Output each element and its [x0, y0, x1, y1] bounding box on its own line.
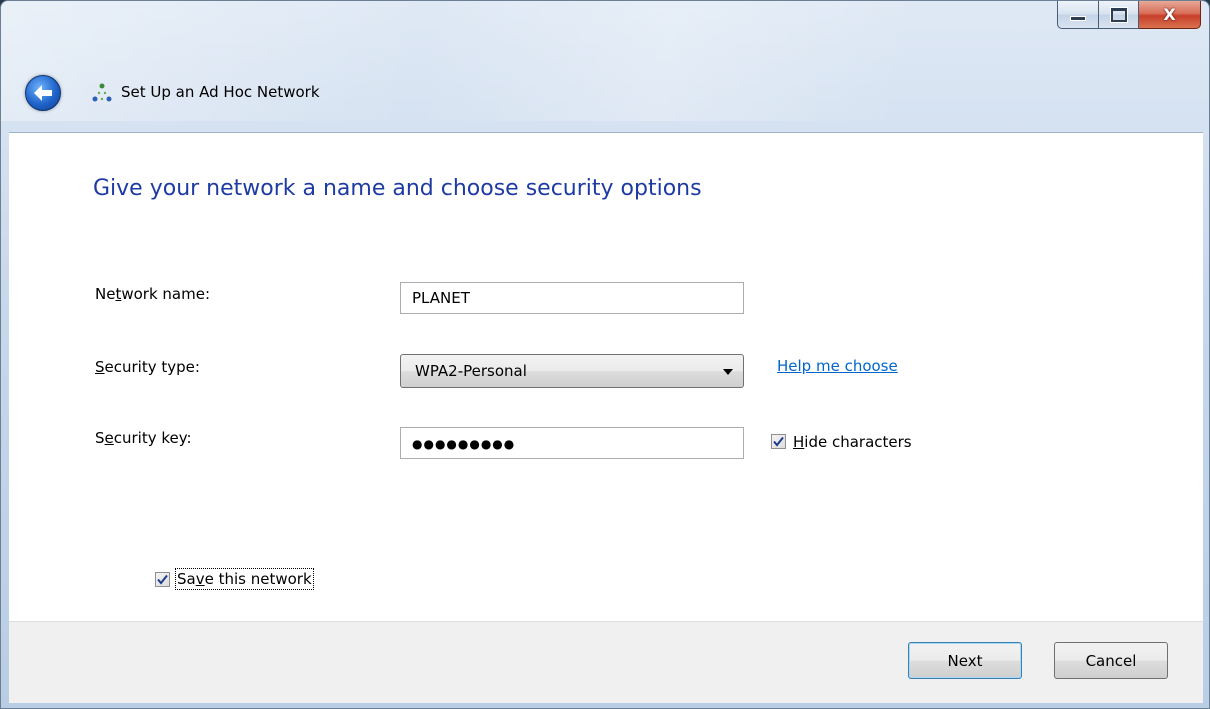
- close-button[interactable]: X: [1139, 1, 1201, 29]
- back-arrow-icon: [34, 85, 52, 101]
- save-network-checkbox[interactable]: [155, 572, 170, 587]
- minimize-button[interactable]: [1057, 1, 1099, 29]
- security-key-label: Security key:: [95, 429, 192, 447]
- page-heading: Give your network a name and choose secu…: [93, 176, 702, 201]
- hide-characters-label[interactable]: Hide characters: [793, 433, 912, 451]
- maximize-icon: [1110, 7, 1127, 22]
- window-controls: X: [1057, 1, 1201, 33]
- security-type-value: WPA2-Personal: [415, 362, 527, 380]
- checkmark-icon: [773, 436, 784, 447]
- minimize-icon: [1070, 16, 1086, 21]
- wizard-window: X Set Up an Ad Hoc Network Give your net…: [0, 0, 1210, 709]
- wizard-content: Give your network a name and choose secu…: [9, 132, 1203, 621]
- network-name-input[interactable]: PLANET: [400, 282, 744, 314]
- security-key-input[interactable]: ●●●●●●●●●: [400, 427, 744, 459]
- wizard-footer: Next Cancel: [9, 621, 1203, 703]
- ad-hoc-network-icon: [92, 83, 112, 102]
- help-me-choose-link[interactable]: Help me choose: [777, 357, 898, 375]
- title-bar: [1, 1, 1209, 121]
- wizard-title: Set Up an Ad Hoc Network: [121, 83, 320, 101]
- checkmark-icon: [157, 574, 168, 585]
- save-network-label[interactable]: Save this network: [175, 568, 314, 590]
- back-button[interactable]: [25, 75, 61, 111]
- next-button[interactable]: Next: [908, 642, 1022, 679]
- hide-characters-checkbox[interactable]: [771, 434, 786, 449]
- chevron-down-icon: [723, 369, 733, 375]
- close-icon: X: [1163, 4, 1176, 24]
- network-name-label: Network name:: [95, 285, 211, 303]
- maximize-button[interactable]: [1099, 1, 1139, 29]
- security-type-label: Security type:: [95, 358, 200, 376]
- cancel-button[interactable]: Cancel: [1054, 642, 1168, 679]
- security-type-dropdown[interactable]: WPA2-Personal: [400, 354, 744, 388]
